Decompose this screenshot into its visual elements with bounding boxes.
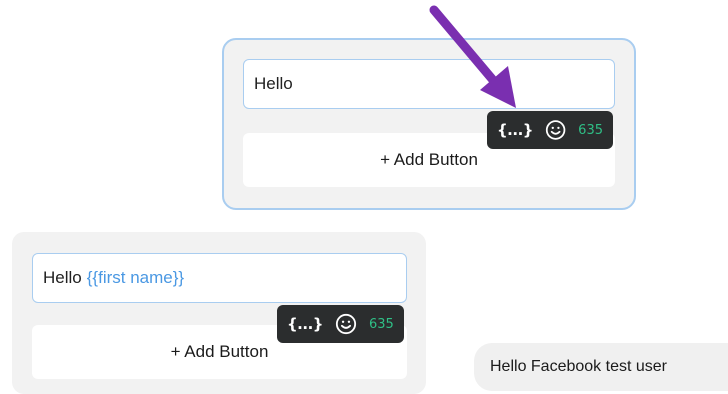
- message-input[interactable]: Hello {{first name}}: [32, 253, 407, 303]
- message-preview-bubble: Hello Facebook test user: [474, 343, 728, 391]
- preview-message-text: Hello Facebook test user: [490, 358, 667, 375]
- emoji-icon[interactable]: [335, 313, 357, 335]
- char-count: 635: [578, 122, 603, 138]
- message-text: Hello: [254, 74, 293, 93]
- variable-icon[interactable]: {...}: [497, 121, 533, 139]
- annotation-arrow-icon: [429, 5, 516, 108]
- emoji-icon[interactable]: [545, 119, 566, 141]
- message-text: Hello: [43, 268, 82, 287]
- message-toolbar-bottom: {...} 635: [277, 305, 404, 343]
- add-button-label: + Add Button: [380, 150, 478, 169]
- add-button-label: + Add Button: [170, 342, 269, 361]
- variable-token: {{first name}}: [86, 268, 185, 287]
- variable-icon[interactable]: {...}: [287, 315, 323, 333]
- char-count: 635: [368, 316, 394, 332]
